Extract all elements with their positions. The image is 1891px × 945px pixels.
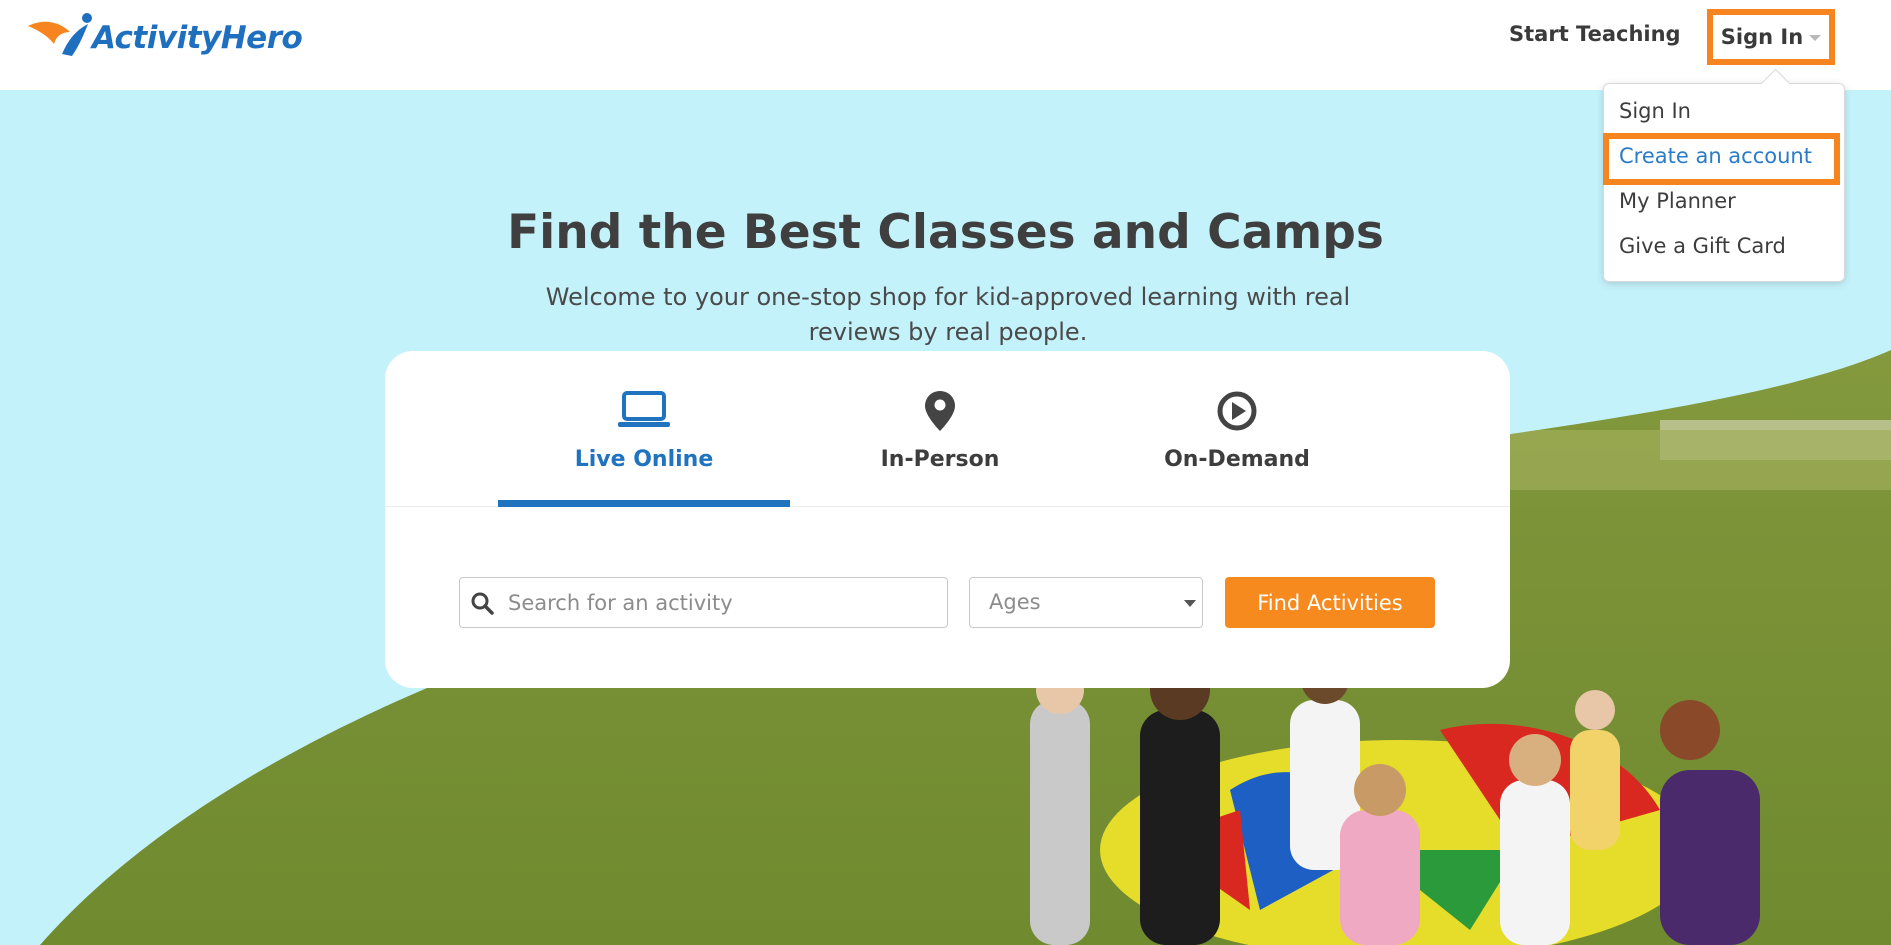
dropdown-item-gift-card[interactable]: Give a Gift Card [1619,234,1786,258]
top-navigation-bar: ActivityHero Start Teaching Sign In [0,0,1891,90]
sign-in-label: Sign In [1720,25,1804,49]
logo-hero-figure-icon [28,13,92,56]
map-pin-icon [925,391,955,431]
search-card: Live Online In-Person On-Demand Search f… [385,351,1510,688]
sign-in-dropdown-menu: Sign In Create an account My Planner Giv… [1603,68,1845,282]
tab-in-person[interactable]: In-Person [794,351,1086,506]
chevron-down-icon [1809,35,1822,41]
dropdown-item-sign-in[interactable]: Sign In [1619,99,1691,123]
active-tab-indicator [498,500,790,507]
tab-label-on-demand: On-Demand [1164,447,1310,472]
tab-label-live-online: Live Online [574,447,714,472]
laptop-icon [618,391,670,427]
tab-label-in-person: In-Person [880,447,1000,472]
search-field[interactable] [459,577,948,628]
dropdown-item-create-account[interactable]: Create an account [1619,144,1812,168]
start-teaching-link[interactable]: Start Teaching [1509,22,1681,46]
ages-select[interactable]: Ages [969,577,1203,628]
dropdown-item-my-planner[interactable]: My Planner [1619,189,1736,213]
chevron-down-icon [1184,600,1196,607]
hero-subtitle: Welcome to your one-stop shop for kid-ap… [545,283,1351,346]
play-circle-icon [1217,391,1257,431]
tab-on-demand[interactable]: On-Demand [1091,351,1383,506]
search-icon [471,592,494,615]
search-input[interactable] [506,589,930,616]
tab-live-online[interactable]: Live Online [498,351,790,507]
ages-select-label: Ages [989,590,1041,614]
activityhero-logo[interactable]: ActivityHero [26,10,303,60]
sign-in-menu-button[interactable]: Sign In [1707,9,1835,65]
find-activities-button[interactable]: Find Activities [1225,577,1435,628]
logo-wordmark: ActivityHero [92,20,303,56]
activity-type-tabs: Live Online In-Person On-Demand [385,351,1510,507]
